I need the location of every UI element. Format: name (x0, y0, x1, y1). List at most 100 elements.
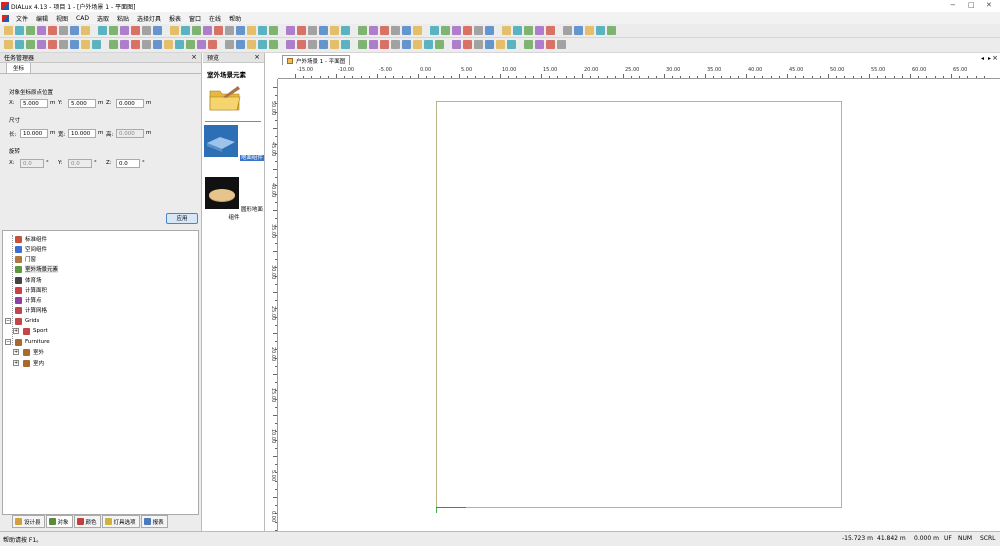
bottom-tab[interactable]: 设计县 (12, 515, 45, 528)
toolbar-icon[interactable] (507, 40, 516, 49)
menu-online[interactable]: 在线 (205, 14, 225, 23)
toolbar-icon[interactable] (452, 26, 461, 35)
toolbar-icon[interactable] (131, 26, 140, 35)
tab-coordinates[interactable]: 坐标 (6, 62, 32, 73)
toolbar-icon[interactable] (164, 40, 173, 49)
toolbar-icon[interactable] (574, 26, 583, 35)
tree-node[interactable]: Grids (15, 316, 39, 326)
close-button[interactable]: ✕ (986, 1, 992, 9)
toolbar-icon[interactable] (4, 26, 13, 35)
tree-expander[interactable]: − (5, 339, 11, 345)
toolbar-icon[interactable] (297, 26, 306, 35)
toolbar-icon[interactable] (48, 40, 57, 49)
toolbar-icon[interactable] (186, 40, 195, 49)
tree-node[interactable]: 计算网格 (15, 305, 47, 315)
toolbar-icon[interactable] (369, 26, 378, 35)
toolbar-icon[interactable] (208, 40, 217, 49)
toolbar-icon[interactable] (153, 40, 162, 49)
toolbar-icon[interactable] (557, 40, 566, 49)
toolbar-icon[interactable] (413, 26, 422, 35)
toolbar-icon[interactable] (563, 26, 572, 35)
outdoor-scene-outline[interactable] (436, 101, 842, 508)
toolbar-icon[interactable] (535, 26, 544, 35)
tree-node[interactable]: 体育场 (15, 275, 42, 285)
toolbar-icon[interactable] (181, 26, 190, 35)
toolbar-icon[interactable] (485, 26, 494, 35)
toolbar-icon[interactable] (330, 26, 339, 35)
toolbar-icon[interactable] (380, 26, 389, 35)
tree-node[interactable]: 门窗 (15, 254, 36, 264)
toolbar-icon[interactable] (585, 26, 594, 35)
toolbar-icon[interactable] (402, 26, 411, 35)
tree-node[interactable]: 标准组件 (15, 234, 47, 244)
toolbar-icon[interactable] (131, 40, 140, 49)
toolbar-icon[interactable] (236, 26, 245, 35)
close-icon[interactable]: × (191, 53, 197, 61)
z-field[interactable]: 0.000 (116, 99, 144, 108)
drawing-area[interactable] (279, 80, 1000, 531)
toolbar-icon[interactable] (142, 26, 151, 35)
menu-help[interactable]: 帮助 (225, 14, 245, 23)
toolbar-icon[interactable] (258, 40, 267, 49)
toolbar-icon[interactable] (247, 26, 256, 35)
toolbar-icon[interactable] (81, 26, 90, 35)
tree-node[interactable]: Furniture (15, 337, 50, 347)
toolbar-icon[interactable] (286, 40, 295, 49)
toolbar-icon[interactable] (203, 26, 212, 35)
toolbar-icon[interactable] (402, 40, 411, 49)
toolbar-icon[interactable] (546, 40, 555, 49)
toolbar-icon[interactable] (48, 26, 57, 35)
menu-cad[interactable]: CAD (72, 15, 93, 22)
tree-node[interactable]: 室外 (23, 347, 44, 357)
toolbar-icon[interactable] (524, 40, 533, 49)
toolbar-icon[interactable] (474, 26, 483, 35)
rz-field[interactable]: 0.0 (116, 159, 140, 168)
menu-paste[interactable]: 粘贴 (113, 14, 133, 23)
menu-file[interactable]: 文件 (12, 14, 32, 23)
toolbar-icon[interactable] (109, 40, 118, 49)
toolbar-icon[interactable] (380, 40, 389, 49)
toolbar-icon[interactable] (435, 40, 444, 49)
toolbar-icon[interactable] (120, 26, 129, 35)
toolbar-icon[interactable] (513, 26, 522, 35)
menu-report[interactable]: 报表 (165, 14, 185, 23)
toolbar-icon[interactable] (308, 26, 317, 35)
toolbar-icon[interactable] (524, 26, 533, 35)
menu-luminaire[interactable]: 选择灯具 (133, 14, 165, 23)
tree-node[interactable]: 室外场景元素 (15, 264, 59, 274)
toolbar-icon[interactable] (441, 26, 450, 35)
y-field[interactable]: 5.000 (68, 99, 96, 108)
minimize-button[interactable]: − (950, 1, 956, 9)
tree-node[interactable]: 计算面积 (15, 285, 47, 295)
toolbar-icon[interactable] (496, 40, 505, 49)
folder-icon[interactable] (209, 85, 241, 111)
toolbar-icon[interactable] (4, 40, 13, 49)
toolbar-icon[interactable] (258, 26, 267, 35)
toolbar-icon[interactable] (424, 40, 433, 49)
menu-edit[interactable]: 编辑 (32, 14, 52, 23)
menu-window[interactable]: 窗口 (185, 14, 205, 23)
close-icon[interactable]: × (992, 54, 998, 62)
x-field[interactable]: 5.000 (20, 99, 48, 108)
toolbar-icon[interactable] (413, 40, 422, 49)
toolbar-icon[interactable] (535, 40, 544, 49)
toolbar-icon[interactable] (81, 40, 90, 49)
tree-expander[interactable]: + (13, 328, 19, 334)
toolbar-icon[interactable] (596, 26, 605, 35)
toolbar-icon[interactable] (341, 40, 350, 49)
menu-view[interactable]: 视图 (52, 14, 72, 23)
toolbar-icon[interactable] (37, 26, 46, 35)
toolbar-icon[interactable] (26, 26, 35, 35)
toolbar-icon[interactable] (463, 26, 472, 35)
toolbar-icon[interactable] (15, 26, 24, 35)
toolbar-icon[interactable] (15, 40, 24, 49)
close-icon[interactable]: × (254, 53, 260, 61)
toolbar-icon[interactable] (463, 40, 472, 49)
bottom-tab[interactable]: 灯具选项 (101, 515, 140, 528)
toolbar-icon[interactable] (358, 40, 367, 49)
toolbar-icon[interactable] (452, 40, 461, 49)
toolbar-icon[interactable] (59, 40, 68, 49)
toolbar-icon[interactable] (330, 40, 339, 49)
ground-element[interactable]: 地面组件 (203, 125, 265, 161)
toolbar-icon[interactable] (286, 26, 295, 35)
